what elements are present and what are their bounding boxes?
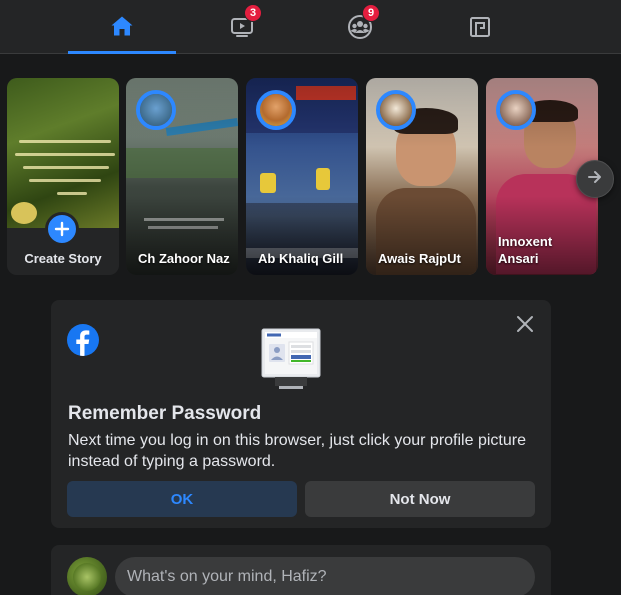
remember-password-dialog: Remember Password Next time you log in o…	[51, 300, 551, 528]
login-illustration-icon	[261, 328, 321, 390]
ok-button[interactable]: OK	[67, 481, 297, 517]
story-author-name: Awais RajpUt	[378, 251, 461, 266]
create-story-card[interactable]: Create Story	[7, 78, 119, 275]
dialog-title: Remember Password	[68, 403, 262, 424]
avatar	[136, 90, 176, 130]
stories-tray: Create Story Ch Zahoor Naz Ab Khaliq Gil…	[0, 78, 621, 276]
top-navigation: 3 9	[0, 0, 621, 54]
story-author-name: Ab Khaliq Gill	[258, 251, 344, 266]
home-icon	[108, 12, 136, 40]
avatar[interactable]	[67, 557, 107, 595]
tab-home[interactable]	[68, 0, 176, 54]
story-card[interactable]: Awais RajpUt	[366, 78, 478, 275]
avatar	[496, 90, 536, 130]
stories-next-button[interactable]	[576, 160, 614, 198]
not-now-button[interactable]: Not Now	[305, 481, 535, 517]
groups-badge: 9	[362, 4, 380, 22]
arrow-right-icon	[586, 168, 604, 191]
create-story-label: Create Story	[24, 251, 102, 266]
watch-badge: 3	[244, 4, 262, 22]
story-card[interactable]: Ch Zahoor Naz	[126, 78, 238, 275]
story-card[interactable]: Ab Khaliq Gill	[246, 78, 358, 275]
avatar	[256, 90, 296, 130]
groups-icon: 9	[346, 4, 380, 41]
close-icon	[516, 315, 534, 338]
tab-watch[interactable]: 3	[188, 0, 296, 54]
add-story-icon	[45, 212, 79, 246]
tab-gaming[interactable]	[426, 0, 534, 54]
dialog-description: Next time you log in on this browser, ju…	[68, 432, 526, 470]
facebook-logo-icon	[67, 324, 99, 356]
story-author-name: Ch Zahoor Naz	[138, 251, 230, 266]
story-author-name: Innoxent Ansari	[498, 234, 553, 266]
gaming-icon	[466, 13, 494, 41]
avatar	[376, 90, 416, 130]
close-button[interactable]	[511, 312, 539, 340]
post-composer: What's on your mind, Hafiz?	[51, 545, 551, 595]
tab-groups[interactable]: 9	[306, 0, 414, 54]
create-story-photo	[7, 78, 119, 228]
video-icon: 3	[228, 4, 262, 41]
whats-on-your-mind-input[interactable]: What's on your mind, Hafiz?	[115, 557, 535, 595]
